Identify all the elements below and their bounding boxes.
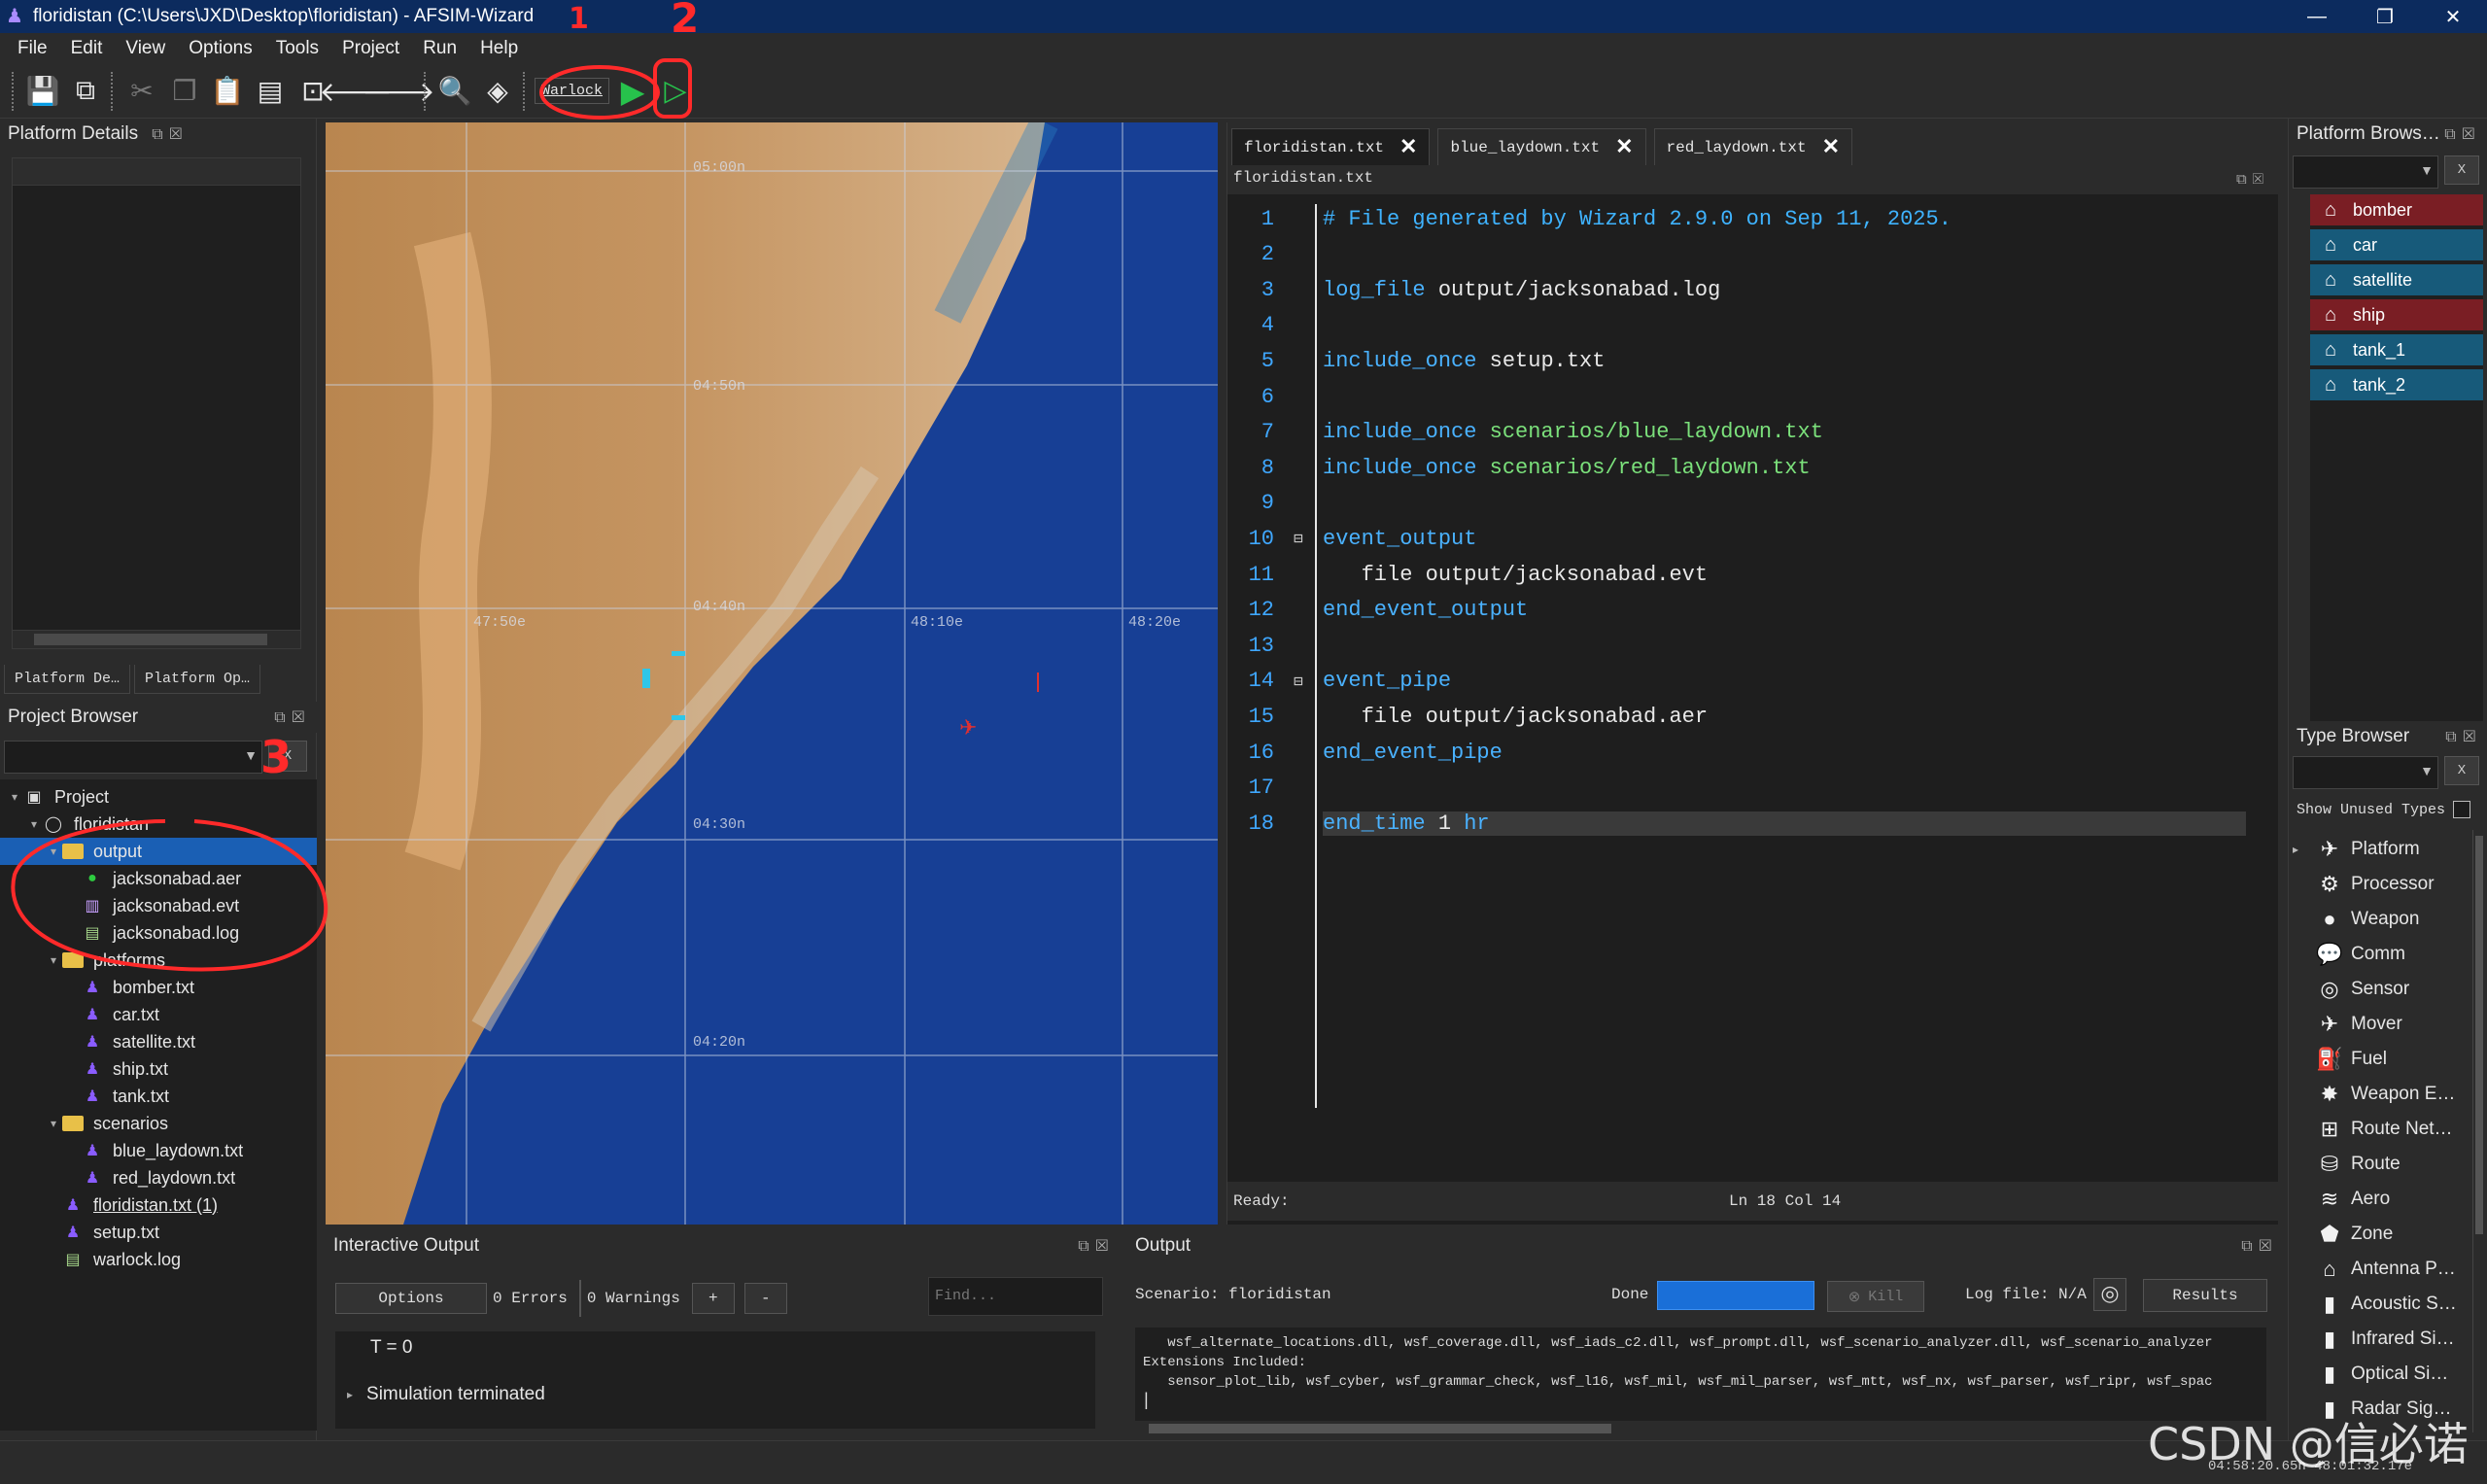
annotation-circle-warlock: [539, 65, 660, 120]
annotation-circle-output: [11, 819, 328, 972]
annotation-circle-run: [653, 58, 692, 119]
annotation-overlay: [11, 58, 692, 972]
